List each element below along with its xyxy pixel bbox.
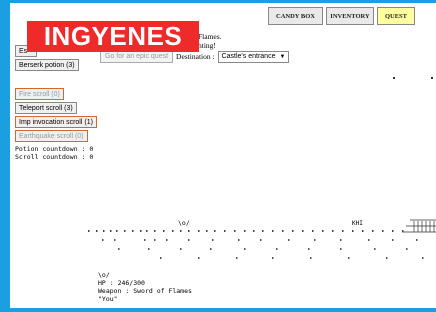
fire-scroll-button[interactable]: Fire scroll (0) (15, 88, 64, 100)
map-dot (393, 77, 395, 79)
chevron-down-icon: ▼ (279, 53, 286, 60)
hero-glyph: \o/ (98, 271, 110, 279)
tab-candy-box[interactable]: CANDY BOX (268, 7, 323, 25)
quest-map: \o/ KHI (88, 219, 436, 259)
status-line-2: hting! (198, 41, 216, 50)
tab-quest[interactable]: QUEST (377, 7, 415, 25)
castle-wall (402, 219, 436, 233)
status-line-1: Flames. (198, 32, 222, 41)
scroll-countdown: Scroll countdown : 0 (15, 153, 94, 161)
teleport-scroll-button[interactable]: Teleport scroll (3) (15, 102, 77, 114)
map-player: \o/ (178, 219, 190, 227)
destination-label: Destination : (176, 52, 215, 61)
ground-row-2 (102, 239, 418, 241)
berserk-potion-button[interactable]: Berserk potion (3) (15, 59, 79, 71)
map-enemy-label: KHI (352, 220, 363, 227)
promo-banner: INGYENES (27, 21, 199, 52)
ground-row-3 (118, 248, 408, 250)
game-page: CANDY BOX INVENTORY QUEST Flames. hting!… (10, 3, 436, 308)
tab-inventory[interactable]: INVENTORY (326, 7, 374, 25)
destination-select[interactable]: Castle's entrance ▼ (217, 50, 290, 63)
earthquake-scroll-button[interactable]: Earthquake scroll (0) (15, 130, 88, 142)
map-dot (431, 77, 433, 79)
imp-invocation-scroll-button[interactable]: Imp invocation scroll (1) (15, 116, 97, 128)
hero-name: "You" (98, 295, 118, 303)
hero-info: \o/ HP : 246/300 Weapon : Sword of Flame… (98, 271, 192, 303)
potion-countdown: Potion countdown : 0 (15, 145, 94, 153)
hero-hp: HP : 246/300 (98, 279, 145, 287)
destination-value: Castle's entrance (221, 53, 276, 60)
ground-row-1 (88, 230, 404, 232)
hero-weapon: Weapon : Sword of Flames (98, 287, 192, 295)
ground-row-4 (160, 257, 424, 259)
